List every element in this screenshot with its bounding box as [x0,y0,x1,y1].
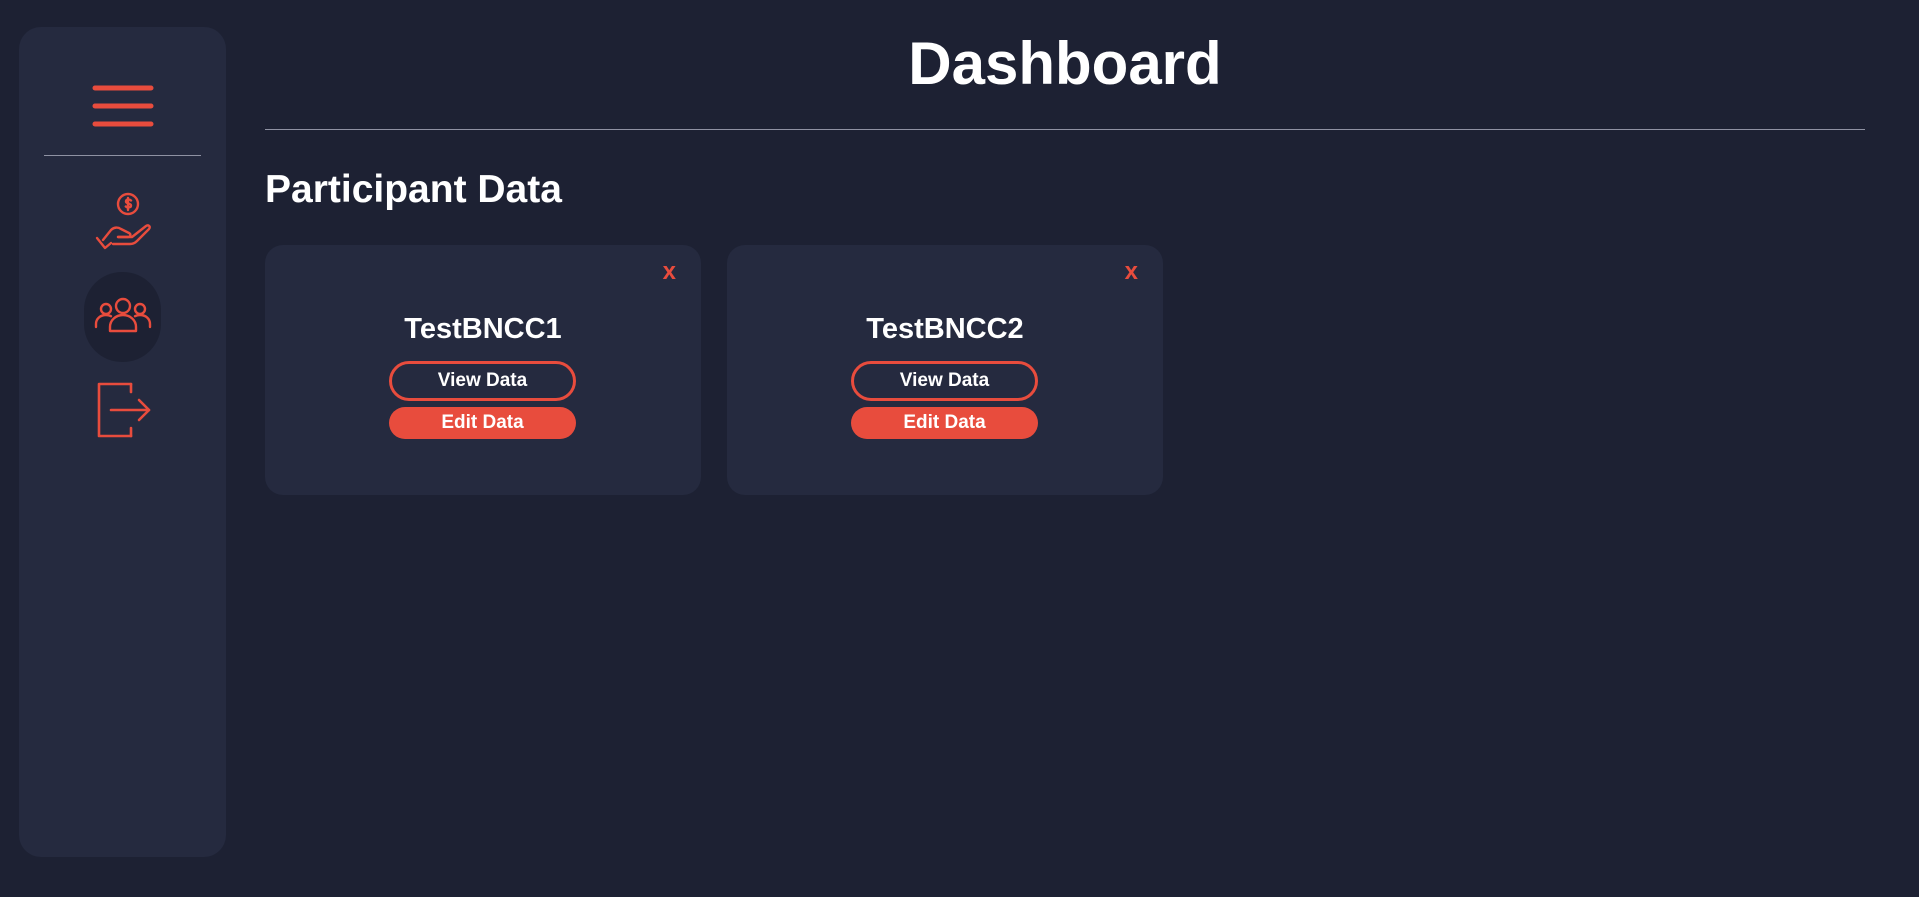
edit-data-button[interactable]: Edit Data [851,407,1038,439]
participant-name: TestBNCC1 [404,313,562,345]
participant-card: x TestBNCC1 View Data Edit Data [265,245,701,495]
view-data-button[interactable]: View Data [851,361,1038,401]
section-title: Participant Data [265,168,562,211]
delete-card-button[interactable]: x [663,257,676,287]
view-data-button[interactable]: View Data [389,361,576,401]
edit-data-button[interactable]: Edit Data [389,407,576,439]
sidebar [19,27,226,857]
group-icon [93,293,153,342]
participant-card: x TestBNCC2 View Data Edit Data [727,245,1163,495]
sidebar-item-logout[interactable] [84,367,161,457]
hand-coin-icon [93,192,153,257]
header-divider [265,129,1865,130]
sidebar-item-participants[interactable] [84,272,161,362]
hamburger-menu-icon[interactable] [92,82,154,132]
sidebar-divider [44,155,201,156]
logout-icon [93,380,153,445]
participant-name: TestBNCC2 [866,313,1024,345]
sidebar-item-funds[interactable] [84,179,161,269]
page-title: Dashboard [908,30,1222,97]
delete-card-button[interactable]: x [1125,257,1138,287]
